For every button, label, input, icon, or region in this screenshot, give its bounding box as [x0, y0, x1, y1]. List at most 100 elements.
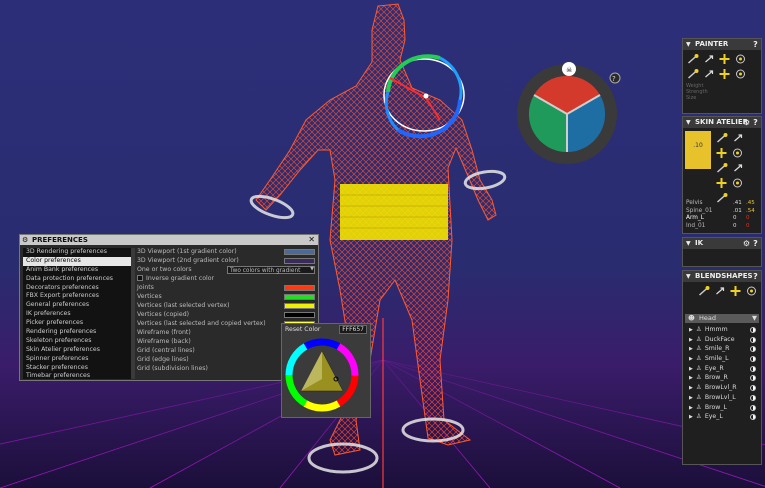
preferences-category-item[interactable]: Picker preferences: [23, 319, 131, 328]
painter-tool-icon[interactable]: [686, 68, 699, 80]
preferences-category-item[interactable]: IK preferences: [23, 310, 131, 319]
preferences-category-item[interactable]: Rendering preferences: [23, 328, 131, 337]
close-icon[interactable]: ✕: [308, 235, 315, 245]
blendshape-toggle-icon[interactable]: [750, 404, 756, 411]
preferences-category-item[interactable]: FBX Export preferences: [23, 292, 131, 301]
question-icon[interactable]: ?: [751, 39, 760, 50]
painter-titlebar[interactable]: ▼ PAINTER ?: [683, 39, 761, 50]
preferences-category-item[interactable]: Color preferences: [23, 256, 131, 266]
preferences-category-item[interactable]: Stacker preferences: [23, 364, 131, 373]
preferences-list-scrollbar[interactable]: [131, 248, 135, 379]
bone-row[interactable]: Arm_L 0 0: [683, 215, 761, 223]
question-icon[interactable]: ?: [751, 271, 760, 282]
color-swatch[interactable]: [284, 302, 315, 309]
blendshape-tool-icon[interactable]: [713, 285, 726, 297]
preferences-category-item[interactable]: Timebar preferences: [23, 372, 131, 379]
weight-swatch[interactable]: .10: [685, 131, 711, 169]
preferences-category-item[interactable]: 3D Rendering preferences: [23, 248, 131, 257]
blendshape-item[interactable]: ▶ ♙ Brow_L: [683, 403, 761, 413]
color-wheel-widget[interactable]: ☠ ?: [517, 62, 621, 164]
blendshape-toggle-icon[interactable]: [750, 414, 756, 421]
blendshape-item[interactable]: ▶ ♙ Smile_R: [683, 344, 761, 354]
blendshape-tool-icon[interactable]: [745, 285, 758, 297]
blendshape-item[interactable]: ▶ ♙ Hmmm: [683, 325, 761, 335]
painter-tool-icon[interactable]: [702, 68, 715, 80]
blendshape-toggle-icon[interactable]: [750, 365, 756, 372]
blendshape-item[interactable]: ▶ ♙ Smile_L: [683, 354, 761, 364]
blendshape-item[interactable]: ▶ ♙ Eye_R: [683, 364, 761, 374]
color-swatch[interactable]: [284, 248, 315, 255]
preferences-category-item[interactable]: General preferences: [23, 301, 131, 310]
expand-arrow-icon[interactable]: ▶: [689, 414, 693, 420]
gear-icon[interactable]: ⚙: [742, 238, 751, 249]
preferences-titlebar[interactable]: ⚙ PREFERENCES ✕: [20, 235, 318, 245]
blendshape-item[interactable]: ▶ ♙ Eye_L: [683, 412, 761, 422]
preferences-category-item[interactable]: Spinner preferences: [23, 355, 131, 364]
collapse-icon[interactable]: ▼: [686, 39, 691, 50]
expand-arrow-icon[interactable]: ▶: [689, 395, 693, 401]
preferences-category-item[interactable]: Skeleton preferences: [23, 337, 131, 346]
question-icon[interactable]: ?: [751, 238, 760, 249]
expand-arrow-icon[interactable]: ▶: [689, 366, 693, 372]
gradient-mode-select[interactable]: Two colors with gradient: [227, 265, 315, 274]
preferences-category-item[interactable]: Decorators preferences: [23, 284, 131, 293]
skin-atelier-tool-icon[interactable]: [715, 147, 728, 159]
ik-titlebar[interactable]: ▼ IK ⚙ ?: [683, 238, 761, 249]
collapse-icon[interactable]: ▼: [686, 238, 691, 249]
skin-atelier-tool-icon[interactable]: [715, 162, 728, 174]
preferences-category-item[interactable]: Anim Bank preferences: [23, 266, 131, 275]
blendshape-item[interactable]: ▶ ♙ DuckFace: [683, 335, 761, 345]
blendshape-tool-icon[interactable]: [697, 285, 710, 297]
painter-tool-icon[interactable]: [702, 53, 715, 65]
blendshapes-titlebar[interactable]: ▼ BLENDSHAPES ?: [683, 271, 761, 282]
hex-value-field[interactable]: FFF657: [339, 325, 367, 334]
collapse-icon[interactable]: ▼: [686, 117, 691, 128]
expand-arrow-icon[interactable]: ▶: [689, 356, 693, 362]
color-swatch[interactable]: [284, 293, 315, 300]
expand-arrow-icon[interactable]: ▶: [689, 346, 693, 352]
preferences-category-item[interactable]: Data protection preferences: [23, 275, 131, 284]
blendshape-toggle-icon[interactable]: [750, 375, 756, 382]
blendshape-toggle-icon[interactable]: [750, 336, 756, 343]
painter-tool-icon[interactable]: [686, 53, 699, 65]
skin-atelier-tool-icon[interactable]: [715, 177, 728, 189]
question-icon[interactable]: ?: [751, 117, 760, 128]
bone-row[interactable]: Pelvis .41 .45: [683, 200, 761, 208]
painter-tool-icon[interactable]: [734, 68, 747, 80]
blendshape-item[interactable]: ▶ ♙ BrowLvl_R: [683, 383, 761, 393]
skin-atelier-tool-icon[interactable]: [731, 132, 744, 144]
color-swatch[interactable]: [284, 284, 315, 291]
skin-atelier-tool-icon[interactable]: [731, 162, 744, 174]
expand-arrow-icon[interactable]: ▶: [689, 385, 693, 391]
painter-tool-icon[interactable]: [718, 53, 731, 65]
reset-color-button[interactable]: Reset Color: [285, 326, 320, 333]
color-swatch[interactable]: [284, 311, 315, 318]
expand-arrow-icon[interactable]: ▶: [689, 375, 693, 381]
gear-icon[interactable]: ⚙: [742, 117, 751, 128]
blendshape-tool-icon[interactable]: [729, 285, 742, 297]
blendshape-toggle-icon[interactable]: [750, 356, 756, 363]
expand-arrow-icon[interactable]: ▶: [689, 327, 693, 333]
blendshape-item[interactable]: ▶ ♙ BrowLvl_L: [683, 393, 761, 403]
hue-ring-triangle[interactable]: [282, 337, 372, 417]
blendshape-group-selector[interactable]: ☻ Head ▼: [685, 314, 759, 323]
bone-row[interactable]: Spine_01 .01 .54: [683, 208, 761, 216]
blendshape-toggle-icon[interactable]: [750, 346, 756, 353]
skin-atelier-titlebar[interactable]: ▼ SKIN ATELIER ⚙ ?: [683, 117, 761, 128]
blendshape-toggle-icon[interactable]: [750, 394, 756, 401]
blendshape-toggle-icon[interactable]: [750, 385, 756, 392]
painter-field[interactable]: Size: [686, 95, 758, 101]
expand-arrow-icon[interactable]: ▶: [689, 405, 693, 411]
color-swatch[interactable]: [284, 257, 315, 264]
skin-atelier-tool-icon[interactable]: [731, 147, 744, 159]
skin-atelier-tool-icon[interactable]: [731, 177, 744, 189]
blendshape-toggle-icon[interactable]: [750, 327, 756, 333]
painter-tool-icon[interactable]: [718, 68, 731, 80]
expand-arrow-icon[interactable]: ▶: [689, 337, 693, 343]
blendshape-item[interactable]: ▶ ♙ Brow_R: [683, 373, 761, 383]
skin-atelier-tool-icon[interactable]: [715, 132, 728, 144]
preferences-category-item[interactable]: Skin Atelier preferences: [23, 346, 131, 355]
bone-row[interactable]: Ind_01 0 0: [683, 223, 761, 231]
painter-tool-icon[interactable]: [734, 53, 747, 65]
inverse-gradient-checkbox[interactable]: [137, 275, 143, 281]
